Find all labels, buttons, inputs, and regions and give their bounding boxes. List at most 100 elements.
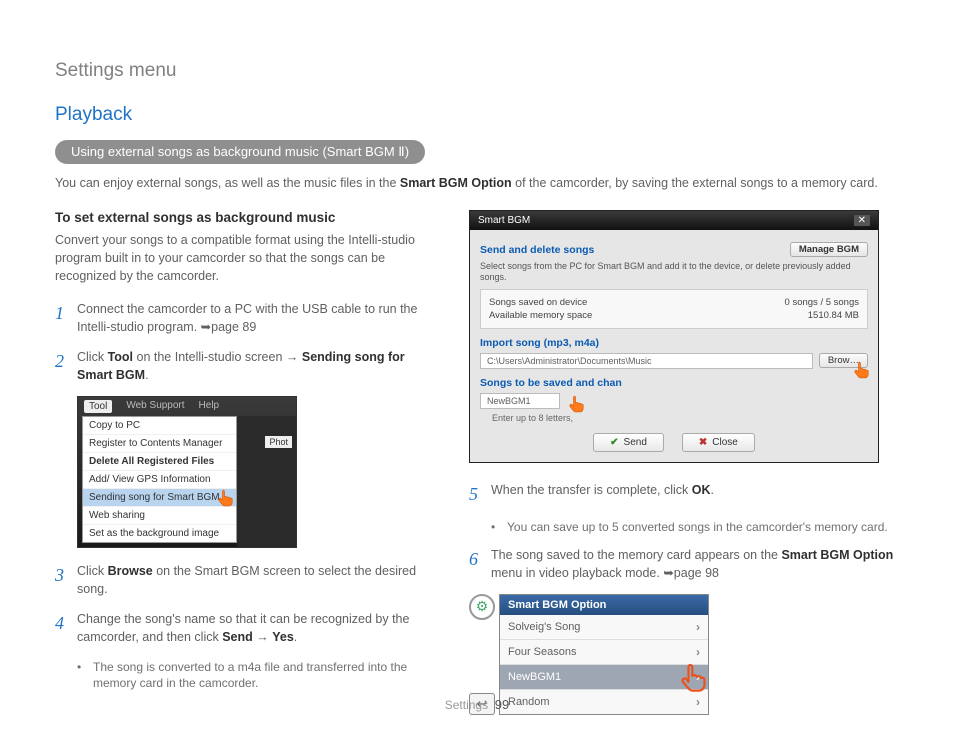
step-number: 6: [469, 546, 483, 582]
intro-text: You can enjoy external songs, as well as…: [55, 174, 899, 192]
menu-tool[interactable]: Tool: [84, 400, 112, 413]
close-button[interactable]: ✖ Close: [682, 433, 755, 452]
bullet: • The song is converted to a m4a file an…: [77, 659, 439, 693]
intro-bold: Smart BGM Option: [400, 176, 512, 190]
tool-dropdown: Copy to PC Register to Contents Manager …: [82, 416, 237, 543]
screenshot-smart-bgm-dialog: Smart BGM ✕ Send and delete songs Manage…: [469, 210, 879, 463]
path-input[interactable]: C:\Users\Administrator\Documents\Music: [480, 353, 813, 369]
screenshot-tool-menu: Tool Web Support Help Copy to PC Registe…: [77, 396, 297, 548]
pointer-hand-icon: [850, 359, 874, 383]
t: Send and delete songs: [480, 244, 594, 256]
manage-bgm-button[interactable]: Manage BGM: [790, 242, 868, 257]
group-title: Import song (mp3, m4a): [480, 337, 868, 349]
list-header: Smart BGM Option: [500, 595, 708, 615]
menu-help[interactable]: Help: [199, 400, 220, 413]
bullet-text: You can save up to 5 converted songs in …: [507, 519, 888, 536]
dialog-title: Smart BGM: [478, 215, 530, 226]
x-icon: ✖: [699, 437, 707, 448]
name-input[interactable]: NewBGM1: [480, 393, 560, 409]
t: Send: [222, 630, 253, 644]
menu-item[interactable]: Copy to PC: [83, 417, 236, 435]
t: Tool: [108, 350, 133, 364]
step-3: 3 Click Browse on the Smart BGM screen t…: [55, 562, 439, 598]
intro-para: Convert your songs to a compatible forma…: [55, 231, 439, 285]
step-number: 3: [55, 562, 69, 598]
bullet-dot: •: [77, 659, 85, 693]
t: Click: [77, 564, 108, 578]
subheading: To set external songs as background musi…: [55, 210, 439, 225]
intro-pre: You can enjoy external songs, as well as…: [55, 176, 400, 190]
dialog-titlebar: Smart BGM ✕: [470, 211, 878, 230]
t: →: [253, 630, 272, 644]
gear-icon[interactable]: ⚙: [469, 594, 495, 620]
page-footer: Settings 99: [0, 697, 954, 712]
t: on the Intelli-studio screen →: [133, 350, 302, 364]
menu-item[interactable]: Register to Contents Manager: [83, 435, 236, 453]
t: Four Seasons: [508, 646, 576, 658]
step-text: Click Browse on the Smart BGM screen to …: [77, 562, 439, 598]
t: 1510.84 MB: [808, 310, 859, 321]
t: .: [711, 483, 714, 497]
t: NewBGM1: [508, 671, 561, 683]
chevron-right-icon: ›: [696, 645, 700, 659]
t: Yes: [272, 630, 294, 644]
pointer-hand-icon: [565, 393, 589, 417]
t: When the transfer is complete, click: [491, 483, 692, 497]
t: Solveig's Song: [508, 621, 580, 633]
step-1: 1 Connect the camcorder to a PC with the…: [55, 300, 439, 336]
step-text: When the transfer is complete, click OK.: [491, 481, 714, 507]
step-5: 5 When the transfer is complete, click O…: [469, 481, 899, 507]
step-text: The song saved to the memory card appear…: [491, 546, 899, 582]
hint-text: Enter up to 8 letters,: [492, 413, 868, 423]
t: Click: [77, 350, 108, 364]
chevron-right-icon: ›: [696, 620, 700, 634]
group-desc: Select songs from the PC for Smart BGM a…: [480, 261, 868, 283]
step-text: Click Tool on the Intelli-studio screen …: [77, 348, 439, 384]
left-column: To set external songs as background musi…: [55, 210, 439, 715]
t: Send: [624, 437, 647, 448]
footer-label: Settings: [445, 698, 488, 712]
menu-item[interactable]: Set as the background image: [83, 525, 236, 542]
info-box: Songs saved on device0 songs / 5 songs A…: [480, 289, 868, 329]
list-item[interactable]: Solveig's Song ›: [500, 615, 708, 640]
t: The song saved to the memory card appear…: [491, 548, 781, 562]
step-4: 4 Change the song's name so that it can …: [55, 610, 439, 646]
step-number: 4: [55, 610, 69, 646]
menubar: Tool Web Support Help: [78, 397, 296, 416]
step-number: 2: [55, 348, 69, 384]
bullet: • You can save up to 5 converted songs i…: [491, 519, 899, 536]
bullet-dot: •: [491, 519, 499, 536]
t: 0 songs / 5 songs: [785, 297, 859, 308]
t: Smart BGM Option: [781, 548, 893, 562]
send-button[interactable]: ✔ Send: [593, 433, 664, 452]
topic-pill: Using external songs as background music…: [55, 140, 425, 164]
step-text: Connect the camcorder to a PC with the U…: [77, 300, 439, 336]
t: Browse: [108, 564, 153, 578]
t: Sending song for Smart BGM: [89, 492, 220, 503]
group-title: Send and delete songs Manage BGM: [480, 242, 868, 257]
t: OK: [692, 483, 711, 497]
step-2: 2 Click Tool on the Intelli-studio scree…: [55, 348, 439, 384]
intro-post: of the camcorder, by saving the external…: [512, 176, 878, 190]
close-icon[interactable]: ✕: [854, 215, 870, 226]
step-number: 5: [469, 481, 483, 507]
section-title: Playback: [55, 104, 899, 126]
group-title: Songs to be saved and chan: [480, 377, 868, 389]
list-item-selected[interactable]: NewBGM1›: [500, 665, 708, 690]
right-column: Smart BGM ✕ Send and delete songs Manage…: [469, 210, 899, 715]
t: .: [294, 630, 297, 644]
page-title: Settings menu: [55, 60, 899, 82]
menu-web[interactable]: Web Support: [126, 400, 184, 413]
t: Close: [712, 437, 738, 448]
check-icon: ✔: [610, 437, 618, 448]
bullet-text: The song is converted to a m4a file and …: [93, 659, 439, 693]
t: Available memory space: [489, 310, 592, 321]
page-number: 99: [495, 697, 509, 712]
menu-item-highlighted[interactable]: Sending song for Smart BGM: [83, 489, 236, 507]
step-number: 1: [55, 300, 69, 336]
step-text: Change the song's name so that it can be…: [77, 610, 439, 646]
side-tab: Phot: [265, 436, 292, 448]
t: .: [145, 368, 148, 382]
menu-item[interactable]: Delete All Registered Files: [83, 453, 236, 471]
pointer-hand-icon: [214, 487, 238, 511]
